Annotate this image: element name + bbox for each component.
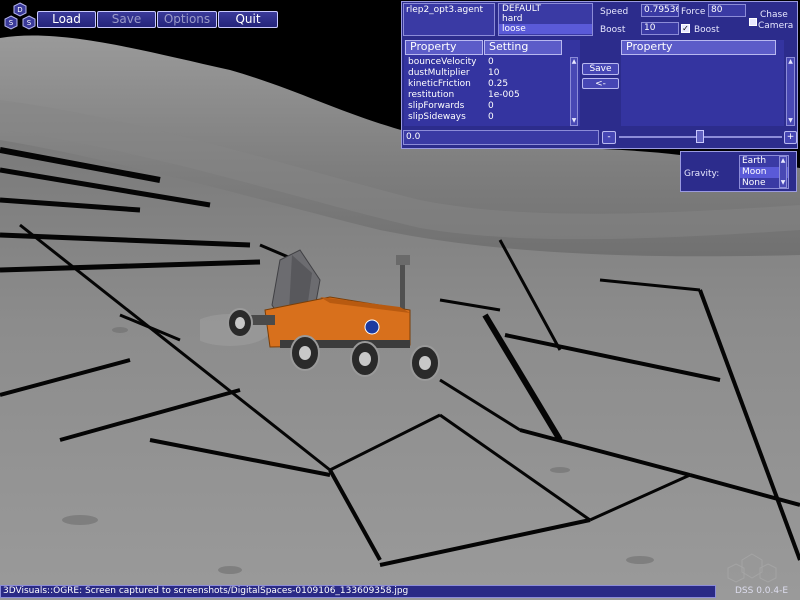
slider-minus-button[interactable]: - xyxy=(602,131,616,144)
table-row[interactable]: kineticFriction 0.25 xyxy=(405,79,585,90)
agent-file-name: rlep2_opt3.agent xyxy=(406,5,484,15)
chase-camera-checkbox[interactable] xyxy=(749,18,757,26)
right-column-header-property[interactable]: Property xyxy=(621,40,776,55)
chase-camera-label-2: Camera xyxy=(758,21,794,31)
property-name: restitution xyxy=(408,90,455,100)
speed-field[interactable]: 0.79536 xyxy=(641,4,679,17)
force-label: Force xyxy=(681,7,706,17)
table-row[interactable]: bounceVelocity 0 xyxy=(405,57,585,68)
logo-letter-s1: S xyxy=(9,19,14,27)
save-menu-button[interactable]: Save xyxy=(97,11,156,28)
scroll-up-icon[interactable]: ▲ xyxy=(571,58,577,66)
profile-list[interactable]: DEFAULT hard loose xyxy=(498,3,593,36)
gravity-scrollbar[interactable]: ▲ ▼ xyxy=(779,156,787,188)
table-row[interactable]: restitution 1e-005 xyxy=(405,90,585,101)
value-input[interactable]: 0.0 xyxy=(403,130,599,145)
status-bar: 3DVisuals::OGRE: Screen captured to scre… xyxy=(0,585,716,598)
speed-label: Speed xyxy=(600,7,629,17)
value-slider-thumb[interactable] xyxy=(696,130,704,143)
property-setting: 0 xyxy=(488,101,494,111)
slider-plus-button[interactable]: + xyxy=(784,131,797,144)
force-field[interactable]: 80 xyxy=(708,4,746,17)
load-button[interactable]: Load xyxy=(37,11,96,28)
table-row[interactable]: dustMultiplier 10 xyxy=(405,68,585,79)
logo-letter-s2: S xyxy=(27,19,32,27)
scroll-down-icon[interactable]: ▼ xyxy=(571,117,577,125)
quit-button[interactable]: Quit xyxy=(218,11,278,28)
property-name: slipSideways xyxy=(408,112,466,122)
boost-label: Boost xyxy=(600,25,626,35)
profile-item-loose[interactable]: loose xyxy=(499,24,592,34)
logo-letter-d: D xyxy=(17,6,22,14)
save-setting-button[interactable]: Save xyxy=(582,63,619,75)
copy-left-button[interactable]: <- xyxy=(582,78,619,89)
property-setting: 0 xyxy=(488,57,494,67)
profile-item-hard[interactable]: hard xyxy=(499,14,592,24)
column-header-property[interactable]: Property xyxy=(405,40,483,55)
watermark-logo xyxy=(727,553,777,583)
boost-check-label: Boost xyxy=(694,25,720,35)
scroll-up-icon[interactable]: ▲ xyxy=(787,58,794,66)
gravity-label: Gravity: xyxy=(684,169,720,179)
property-setting: 1e-005 xyxy=(488,90,520,100)
scroll-down-icon[interactable]: ▼ xyxy=(787,117,794,125)
rover[interactable] xyxy=(200,235,460,385)
property-setting: 0.25 xyxy=(488,79,509,89)
version-label: DSS 0.0.4-E xyxy=(735,586,789,596)
dss-logo: D S S xyxy=(4,2,36,30)
table-row[interactable]: slipForwards 0 xyxy=(405,101,585,112)
property-table-scrollbar[interactable]: ▲ ▼ xyxy=(570,57,578,126)
table-row[interactable]: slipSideways 0 xyxy=(405,112,585,123)
right-table-scrollbar[interactable]: ▲ ▼ xyxy=(786,57,795,126)
scroll-down-icon[interactable]: ▼ xyxy=(780,179,786,187)
property-setting: 0 xyxy=(488,112,494,122)
property-setting: 10 xyxy=(488,68,500,78)
boost-field[interactable]: 10 xyxy=(641,22,679,35)
options-button[interactable]: Options xyxy=(157,11,217,28)
scroll-up-icon[interactable]: ▲ xyxy=(780,157,786,165)
property-name: dustMultiplier xyxy=(408,68,470,78)
column-header-setting[interactable]: Setting xyxy=(484,40,562,55)
property-name: kineticFriction xyxy=(408,79,471,89)
status-message: 3DVisuals::OGRE: Screen captured to scre… xyxy=(3,586,409,596)
chase-camera-label-1: Chase xyxy=(760,10,788,20)
boost-checkbox[interactable]: ✓ xyxy=(681,24,690,33)
agent-file-field[interactable]: rlep2_opt3.agent xyxy=(403,3,495,36)
property-name: bounceVelocity xyxy=(408,57,477,67)
property-name: slipForwards xyxy=(408,101,465,111)
profile-item-default[interactable]: DEFAULT xyxy=(499,4,592,14)
